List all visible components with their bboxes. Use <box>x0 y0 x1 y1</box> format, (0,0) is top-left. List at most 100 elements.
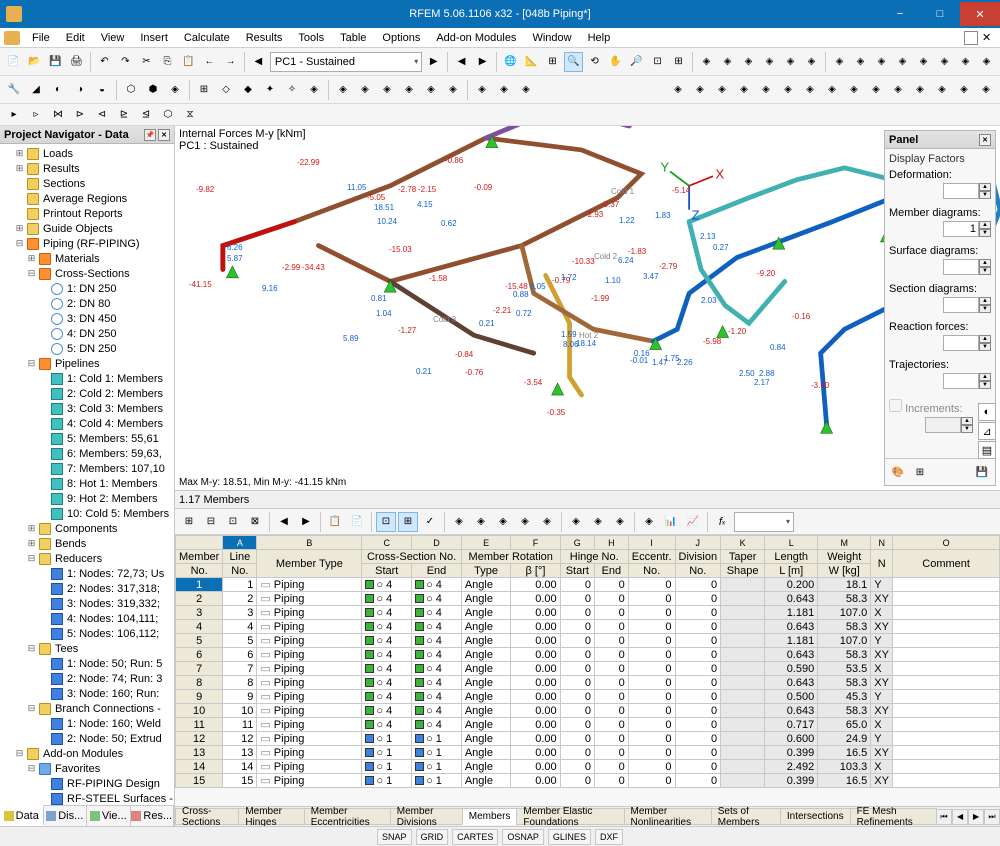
tree-node[interactable]: ⊟Tees <box>2 641 172 656</box>
spinner-up[interactable]: ▲ <box>979 335 991 343</box>
tb-open[interactable]: 📂 <box>25 52 44 72</box>
panel-btn-2[interactable]: ⊞ <box>910 462 930 482</box>
tb-b18[interactable]: ◈ <box>830 52 849 72</box>
menu-results[interactable]: Results <box>238 30 291 46</box>
tb-b24[interactable]: ◈ <box>956 52 975 72</box>
navigator-pin-icon[interactable]: 📌 <box>144 129 156 141</box>
tb-redo[interactable]: ↷ <box>116 52 135 72</box>
navigator-tab-results[interactable]: Res... <box>131 806 175 826</box>
table-tab[interactable]: Intersections <box>780 808 851 825</box>
tb2-r13[interactable]: ◈ <box>932 80 952 100</box>
tree-node[interactable]: 5: Members: 55,61 <box>2 431 172 446</box>
tt-12[interactable]: ◈ <box>449 512 469 532</box>
menu-edit[interactable]: Edit <box>58 30 93 46</box>
tree-node[interactable]: 2: Node: 74; Run: 3 <box>2 671 172 686</box>
tb-b14[interactable]: ◈ <box>739 52 758 72</box>
table-row[interactable]: 13 13 ▭ Piping ○ 1 ○ 1 Angle 0.00 0 0 0 … <box>176 746 1000 760</box>
tb-b13[interactable]: ◈ <box>718 52 737 72</box>
table-tab[interactable]: Member Elastic Foundations <box>516 808 624 825</box>
tb2-r12[interactable]: ◈ <box>910 80 930 100</box>
tree-node[interactable]: 3: Cold 3: Members <box>2 401 172 416</box>
tb3-1[interactable]: ▸ <box>4 105 24 125</box>
tb-undo[interactable]: ↶ <box>95 52 114 72</box>
tb2-20[interactable]: ◈ <box>443 80 463 100</box>
tb2-11[interactable]: ◆ <box>238 80 258 100</box>
navigator-tree[interactable]: ⊞Loads⊞ResultsSectionsAverage RegionsPri… <box>0 144 174 805</box>
tree-node[interactable]: 3: Nodes: 319,332; <box>2 596 172 611</box>
table-tab[interactable]: Member Nonlinearities <box>624 808 712 825</box>
tb-b10[interactable]: ⊡ <box>648 52 667 72</box>
tb3-7[interactable]: ⊴ <box>136 105 156 125</box>
tt-14[interactable]: ◈ <box>493 512 513 532</box>
tb2-16[interactable]: ◈ <box>355 80 375 100</box>
table-row[interactable]: 15 15 ▭ Piping ○ 1 ○ 1 Angle 0.00 0 0 0 … <box>176 774 1000 788</box>
tb-b15[interactable]: ◈ <box>760 52 779 72</box>
table-row[interactable]: 7 7 ▭ Piping ○ 4 ○ 4 Angle 0.00 0 0 0 0 … <box>176 662 1000 676</box>
tb2-r6[interactable]: ◈ <box>778 80 798 100</box>
navigator-close-icon[interactable]: ✕ <box>158 129 170 141</box>
tree-node[interactable]: ⊟Pipelines <box>2 356 172 371</box>
tb2-r9[interactable]: ◈ <box>844 80 864 100</box>
table-row[interactable]: 14 14 ▭ Piping ○ 1 ○ 1 Angle 0.00 0 0 0 … <box>176 760 1000 774</box>
tree-node[interactable]: 3: Node: 160; Run: <box>2 686 172 701</box>
tt-15[interactable]: ◈ <box>515 512 535 532</box>
tree-node[interactable]: 9: Hot 2: Members <box>2 491 172 506</box>
minimize-button[interactable]: − <box>880 2 920 26</box>
tb-b1[interactable]: ◀ <box>452 52 471 72</box>
tb-new[interactable]: 📄 <box>4 52 23 72</box>
spinner-down[interactable]: ▼ <box>979 191 991 199</box>
tb2-6[interactable]: ⬡ <box>121 80 141 100</box>
tb2-r1[interactable]: ◈ <box>668 80 688 100</box>
menu-calculate[interactable]: Calculate <box>176 30 238 46</box>
menu-addons[interactable]: Add-on Modules <box>428 30 524 46</box>
tree-node[interactable]: 1: Node: 50; Run: 5 <box>2 656 172 671</box>
navigator-tab-data[interactable]: Data <box>0 805 44 825</box>
tb2-r3[interactable]: ◈ <box>712 80 732 100</box>
tree-node[interactable]: Sections <box>2 176 172 191</box>
factor-input[interactable] <box>943 335 979 351</box>
window-close-icon[interactable]: ✕ <box>982 31 996 45</box>
tb-b5[interactable]: ⊞ <box>543 52 562 72</box>
tree-node[interactable]: 2: Cold 2: Members <box>2 386 172 401</box>
spinner-up[interactable]: ▲ <box>979 183 991 191</box>
table-row[interactable]: 9 9 ▭ Piping ○ 4 ○ 4 Angle 0.00 0 0 0 0 … <box>176 690 1000 704</box>
tree-node[interactable]: 4: DN 250 <box>2 326 172 341</box>
viewport[interactable]: Internal Forces M-y [kNm] PC1 : Sustaine… <box>175 126 1000 491</box>
tree-node[interactable]: 7: Members: 107,10 <box>2 461 172 476</box>
status-toggle[interactable]: GLINES <box>548 829 591 845</box>
table-tab[interactable]: Member Hinges <box>238 808 304 825</box>
tb-arrow-l[interactable]: ← <box>200 52 219 72</box>
tree-node[interactable]: 3: DN 450 <box>2 311 172 326</box>
tb2-7[interactable]: ⬢ <box>143 80 163 100</box>
spinner-down[interactable]: ▼ <box>979 229 991 237</box>
table-row[interactable]: 12 12 ▭ Piping ○ 1 ○ 1 Angle 0.00 0 0 0 … <box>176 732 1000 746</box>
tb2-13[interactable]: ✧ <box>282 80 302 100</box>
table-row[interactable]: 11 11 ▭ Piping ○ 4 ○ 4 Angle 0.00 0 0 0 … <box>176 718 1000 732</box>
maximize-button[interactable]: □ <box>920 2 960 26</box>
table-tab[interactable]: Sets of Members <box>711 808 781 825</box>
table-row[interactable]: 10 10 ▭ Piping ○ 4 ○ 4 Angle 0.00 0 0 0 … <box>176 704 1000 718</box>
close-button[interactable]: ✕ <box>960 2 1000 26</box>
tab-nav-button[interactable]: ⏭ <box>984 809 1000 825</box>
panel-tab-3[interactable]: ▤ <box>978 441 996 459</box>
tree-node[interactable]: ⊞Bends <box>2 536 172 551</box>
tree-node[interactable]: 2: Nodes: 317,318; <box>2 581 172 596</box>
tb2-10[interactable]: ◇ <box>216 80 236 100</box>
spinner-down[interactable]: ▼ <box>979 267 991 275</box>
tree-node[interactable]: ⊟Piping (RF-PIPING) <box>2 236 172 251</box>
tree-node[interactable]: ⊟Favorites <box>2 761 172 776</box>
tt-10[interactable]: ⊞ <box>398 512 418 532</box>
factor-input[interactable] <box>943 373 979 389</box>
factor-input[interactable] <box>943 183 979 199</box>
panel-btn-3[interactable]: 💾 <box>972 462 992 482</box>
tb-paste[interactable]: 📋 <box>179 52 198 72</box>
tt-16[interactable]: ◈ <box>537 512 557 532</box>
panel-btn-1[interactable]: 🎨 <box>888 462 908 482</box>
tb2-22[interactable]: ◈ <box>494 80 514 100</box>
tb2-8[interactable]: ◈ <box>165 80 185 100</box>
table-row[interactable]: 1 1 ▭ Piping ○ 4 ○ 4 Angle 0.00 0 0 0 0 … <box>176 578 1000 592</box>
menu-help[interactable]: Help <box>580 30 619 46</box>
tt-18[interactable]: ◈ <box>588 512 608 532</box>
tb-b21[interactable]: ◈ <box>893 52 912 72</box>
tb3-4[interactable]: ⊳ <box>70 105 90 125</box>
